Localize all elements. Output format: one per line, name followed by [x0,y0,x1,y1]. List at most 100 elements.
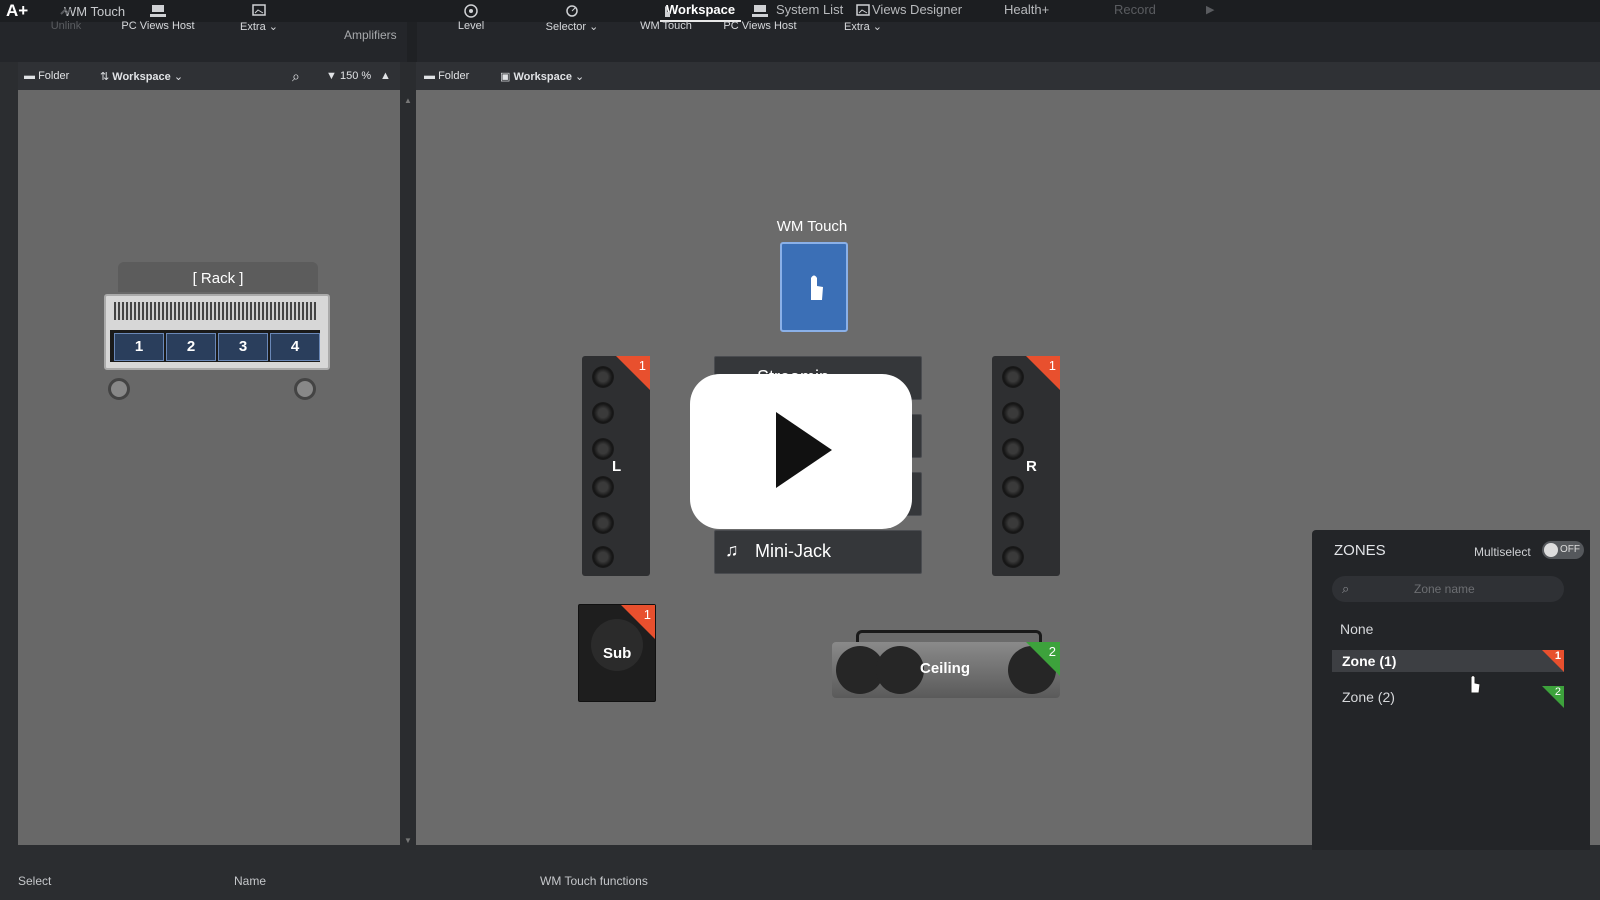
speaker-cone [1002,512,1024,534]
speaker-right[interactable]: 1 R [992,356,1060,576]
chevron-down-icon: ⌄ [589,21,599,33]
level-icon [464,4,478,18]
workspace-label: Workspace [513,71,572,83]
speaker-right-label: R [1026,458,1037,475]
left-gutter [0,62,18,862]
status-select: Select [18,874,52,888]
toggle-state: OFF [1560,544,1580,555]
left-folder-button[interactable]: ▬ Folder [24,70,69,82]
speaker-cone [592,512,614,534]
zone-badge-number: 1 [643,607,651,622]
right-folder-button[interactable]: ▬ Folder [424,70,469,82]
pc-views-host-label: PC Views Host [121,20,195,32]
speaker-left[interactable]: 1 L [582,356,650,576]
amplifiers-panel [18,90,400,845]
source-minijack-label: Mini-Jack [755,541,832,561]
zoom-down-icon[interactable]: ▼ [326,70,337,82]
speaker-cone [592,476,614,498]
ceiling-speaker[interactable]: 2 Ceiling [832,642,1060,698]
selector-button[interactable]: Selector ⌄ [540,4,604,33]
zone-badge-number: 1 [638,358,646,373]
folder-icon: ▬ [24,70,35,82]
rack-title: [ Rack ] [192,270,244,287]
scroll-up-icon[interactable]: ▲ [404,96,412,105]
rack-wheel-right [294,378,316,400]
subwoofer[interactable]: 1 Sub [578,604,656,702]
extra-label: Extra [844,21,870,33]
amp-channel-3[interactable]: 3 [218,333,268,361]
wm-touch-device[interactable] [780,242,848,332]
mouse-cursor-icon [1470,675,1481,694]
folder-icon: ▬ [424,70,435,82]
wm-touch-button[interactable]: WM Touch [636,4,696,32]
workspace-icon: ▣ [500,71,511,83]
zone-item-2[interactable]: Zone (2) 2 [1332,686,1564,708]
chevron-down-icon: ⌄ [575,71,585,83]
play-icon [776,412,832,488]
status-name: Name [234,874,267,888]
touch-icon [811,275,823,300]
speaker-cone [592,546,614,568]
ceiling-label: Ceiling [920,660,971,677]
folder-label: Folder [438,70,470,82]
zone-item-none[interactable]: None [1332,618,1564,640]
amp-channel-2[interactable]: 2 [166,333,216,361]
chevron-down-icon: ⌄ [268,21,278,33]
panel-splitter[interactable] [400,62,416,862]
speaker-cone [1002,546,1024,568]
app-logo: A+ [6,1,29,20]
speaker-cone [592,366,614,388]
zoom-level: 150 % [339,70,372,82]
touch-icon [665,6,670,17]
zoom-search-icon[interactable]: ⌕ [292,68,300,85]
right-workspace-dropdown[interactable]: ▣ Workspace ⌄ [500,70,584,83]
zone-item-label: Zone (2) [1342,689,1395,705]
speaker-cone [1002,402,1024,424]
chevron-down-icon: ⌄ [173,71,184,83]
wm-touch-device-label: WM Touch [776,218,848,235]
unlink-label: Unlink [50,20,82,32]
toggle-knob [1544,543,1558,557]
level-button[interactable]: Level [448,4,494,32]
amp-channel-4[interactable]: 4 [270,333,320,361]
multiselect-toggle[interactable]: OFF [1542,541,1584,559]
zoom-up-icon[interactable]: ▲ [380,70,391,82]
chevron-down-icon: ⌄ [872,21,882,33]
folder-label: Folder [38,70,70,82]
source-minijack[interactable]: ♫ Mini-Jack [714,530,922,574]
zone-item-1[interactable]: Zone (1) 1 [1332,650,1564,672]
extra-label: Extra [240,21,266,33]
selector-icon [566,5,578,17]
pc-views-host-button-right[interactable]: PC Views Host [720,4,800,32]
extra-button-right[interactable]: Extra ⌄ [838,4,888,33]
zone-item-label: Zone (1) [1342,653,1397,669]
unlink-icon [60,8,72,15]
swap-icon: ⇅ [100,71,110,83]
amplifiers-label[interactable]: Amplifiers [344,28,397,42]
zone-search-placeholder: Zone name [1414,582,1475,596]
pc-host-icon [150,5,166,17]
pc-views-host-button-left[interactable]: PC Views Host [118,4,198,32]
extra-button-left[interactable]: Extra ⌄ [234,4,284,33]
scroll-down-icon[interactable]: ▼ [404,836,412,845]
speaker-cone [1002,476,1024,498]
tab-record[interactable]: Record [1108,2,1162,17]
zoom-control[interactable]: ▼ 150 % [326,70,371,82]
tab-health[interactable]: Health+ [998,2,1055,17]
subwoofer-label: Sub [603,645,632,662]
play-icon[interactable]: ▶ [1206,3,1214,16]
headphone-jack-icon: ♫ [725,540,739,560]
unlink-button[interactable]: Unlink [46,4,86,32]
zone-badge-number: 1 [1048,358,1056,373]
left-workspace-dropdown[interactable]: ⇅ Workspace ⌄ [100,70,183,83]
amp-channel-1[interactable]: 1 [114,333,164,361]
speaker-cone [1002,366,1024,388]
video-play-overlay[interactable] [690,374,912,529]
multiselect-label: Multiselect [1474,545,1531,559]
zone-badge-number: 2 [1048,644,1056,659]
zone-search-field[interactable]: ⌕ Zone name [1332,576,1564,602]
wm-touch-label: WM Touch [640,20,692,32]
speaker-cone [592,402,614,424]
selector-label: Selector [545,21,587,33]
extra-icon [252,4,266,16]
